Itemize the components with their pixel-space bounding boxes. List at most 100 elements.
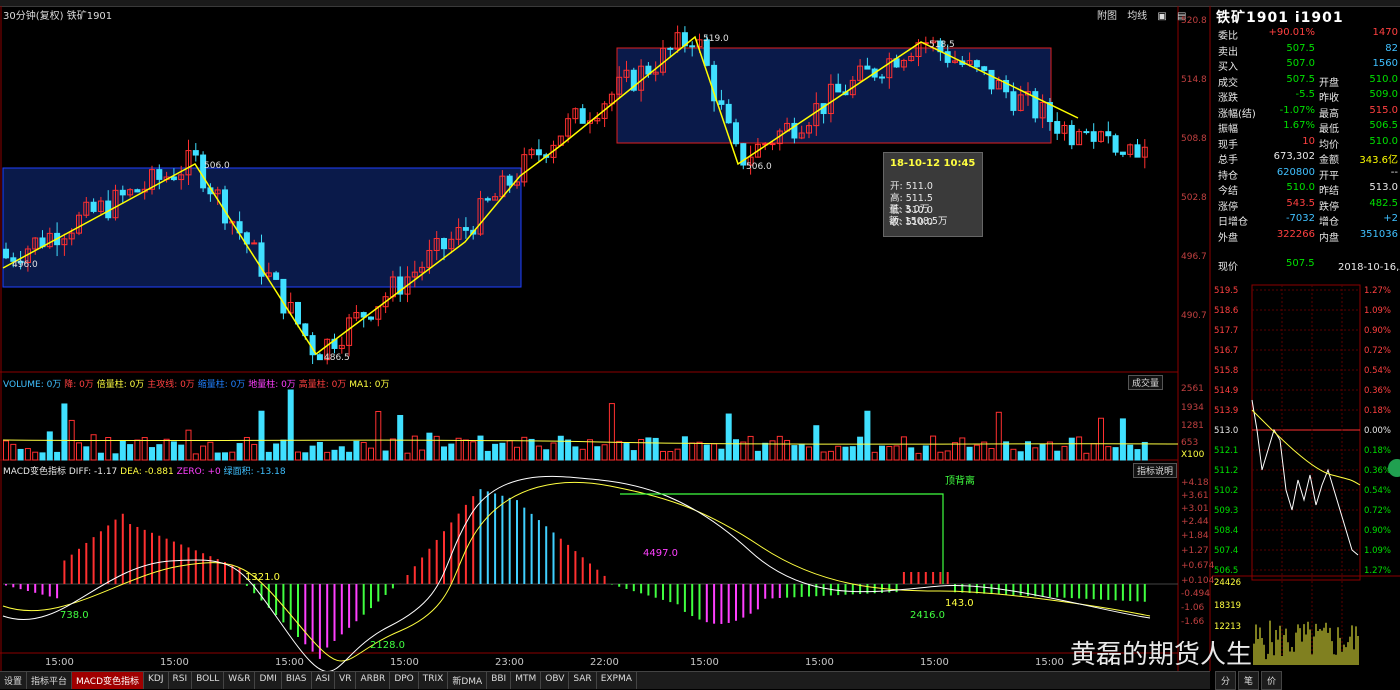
candle-body	[484, 198, 491, 201]
vol-unit: X100	[1181, 450, 1205, 460]
candle-body	[1010, 91, 1017, 111]
indicator-tab[interactable]: SAR	[569, 672, 597, 689]
volume-bar	[24, 448, 31, 461]
quote-row: 持仓 620800 开平 --	[1216, 166, 1400, 182]
indicator-tab[interactable]: RSI	[169, 672, 193, 689]
indicator-tab[interactable]: ARBR	[356, 672, 391, 689]
wave-annotation: 486.5	[324, 353, 350, 363]
mini-price-tick: 515.8	[1214, 366, 1238, 376]
indicator-tab[interactable]: OBV	[541, 672, 570, 689]
volume-bar	[368, 447, 374, 461]
quote-label: 现手	[1218, 139, 1238, 151]
candle-body	[200, 154, 207, 189]
mini-pct-tick: 0.72%	[1364, 506, 1391, 516]
volume-bar	[1046, 441, 1053, 461]
volume-bar	[273, 443, 280, 461]
indicator-tab[interactable]: DMI	[255, 672, 282, 689]
volume-bar	[192, 453, 199, 461]
volume-bar	[389, 438, 396, 461]
candle-body	[462, 227, 469, 231]
now-price-row: 现价 507.5 2018-10-16,二	[1216, 257, 1400, 273]
volume-bar	[681, 436, 688, 461]
ma-button[interactable]: 均线	[1127, 11, 1147, 22]
mini-price-tick: 519.5	[1214, 286, 1238, 296]
quote-label: 买入	[1218, 62, 1238, 73]
quote-row: 委比 +90.01% 1470	[1216, 26, 1400, 42]
volume-bar	[660, 450, 666, 461]
tab-price[interactable]: 价	[1261, 671, 1283, 690]
candle-body	[1054, 121, 1061, 134]
indicator-tab[interactable]: MTM	[511, 672, 542, 689]
volume-bar	[331, 449, 338, 461]
indicator-help-button[interactable]: 指标说明	[1133, 463, 1178, 478]
quote-row: 卖出 507.5 82	[1216, 42, 1400, 58]
volume-bar	[608, 403, 615, 461]
indicator-tab[interactable]: 指标平台	[27, 672, 73, 689]
mini-pct-tick: 0.36%	[1364, 466, 1391, 476]
indicator-tab[interactable]: 新DMA	[448, 672, 488, 689]
indicator-tab[interactable]: BOLL	[192, 672, 225, 689]
wave-annotation: 518.5	[929, 40, 955, 50]
kline-chart-area[interactable]: 506.0 496.0 486.5 519.0 506.0 518.5 738.0 1321…	[0, 6, 1212, 671]
volume-bar	[477, 435, 484, 461]
quote-label: 金额	[1319, 155, 1339, 166]
volume-bar	[1083, 452, 1090, 461]
lock-icon[interactable]: ▣	[1157, 11, 1166, 22]
volume-bar	[251, 443, 258, 461]
macd-tick: -1.06	[1181, 603, 1205, 613]
mini-price-tick: 518.6	[1214, 306, 1238, 316]
tab-minute[interactable]: 分	[1215, 671, 1237, 690]
volume-bar	[952, 442, 958, 461]
indicator-tab[interactable]: ASI	[312, 672, 336, 689]
volume-legend-item: 高量柱: 0万	[298, 380, 347, 390]
volume-bar	[236, 443, 243, 461]
mini-pct-tick: 0.18%	[1364, 446, 1391, 456]
volume-bar	[879, 445, 885, 461]
indicator-tab[interactable]: TRIX	[419, 672, 449, 689]
volume-bar	[922, 445, 929, 461]
mini-pct-tick: 0.54%	[1364, 366, 1391, 376]
intraday-mini-chart[interactable]: 519.5 1.27% 518.6 1.09% 517.7 0.90% 516.7 0.72%…	[1212, 280, 1400, 670]
mini-price-tick: 513.9	[1214, 406, 1238, 416]
indicator-tab[interactable]: W&R	[224, 672, 256, 689]
subchart-button[interactable]: 附图	[1097, 11, 1117, 22]
macd-zero: ZERO: +0	[176, 467, 221, 477]
mini-pct-tick: 0.54%	[1364, 486, 1391, 496]
candle-body	[3, 248, 9, 259]
quote-label: 涨跌	[1218, 93, 1238, 104]
volume-bar	[754, 450, 761, 461]
volume-bar	[448, 443, 455, 461]
volume-bar	[689, 442, 696, 461]
volume-bar	[397, 414, 404, 461]
quote-value: 513.0	[1369, 182, 1398, 193]
candle-body	[119, 189, 126, 196]
x-axis-label: 15:00	[275, 657, 304, 668]
indicator-tab[interactable]: MACD变色指标	[72, 672, 145, 689]
candle-body	[864, 65, 871, 70]
volume-bar	[214, 452, 221, 461]
volume-bar	[857, 436, 864, 461]
indicator-tab[interactable]: 设置	[0, 672, 28, 689]
tab-tick[interactable]: 笔	[1238, 671, 1260, 690]
volume-bar	[711, 443, 718, 461]
volume-bar	[163, 438, 170, 461]
quote-row: 涨停 543.5 跌停 482.5	[1216, 197, 1400, 213]
quote-value: +2	[1383, 213, 1398, 224]
indicator-tab[interactable]: BIAS	[282, 672, 312, 689]
volume-bar	[353, 440, 360, 461]
indicator-tab[interactable]: DPO	[390, 672, 419, 689]
volume-bar	[798, 443, 805, 461]
indicator-tab[interactable]: BBI	[487, 672, 512, 689]
volume-bar	[470, 441, 477, 461]
volume-bar	[287, 389, 294, 461]
macd-area: 绿面积: -13.18	[223, 467, 286, 477]
indicator-tab[interactable]: KDJ	[144, 672, 169, 689]
volume-selector-button[interactable]: 成交量	[1128, 375, 1164, 390]
indicator-tab[interactable]: EXPMA	[597, 672, 637, 689]
mini-vol-tick: 12213	[1214, 622, 1241, 632]
indicator-tab[interactable]: VR	[335, 672, 357, 689]
volume-bar	[1039, 443, 1046, 461]
candle-body	[441, 238, 447, 250]
quote-label: 跌停	[1319, 201, 1339, 213]
candle-body	[1032, 91, 1039, 119]
